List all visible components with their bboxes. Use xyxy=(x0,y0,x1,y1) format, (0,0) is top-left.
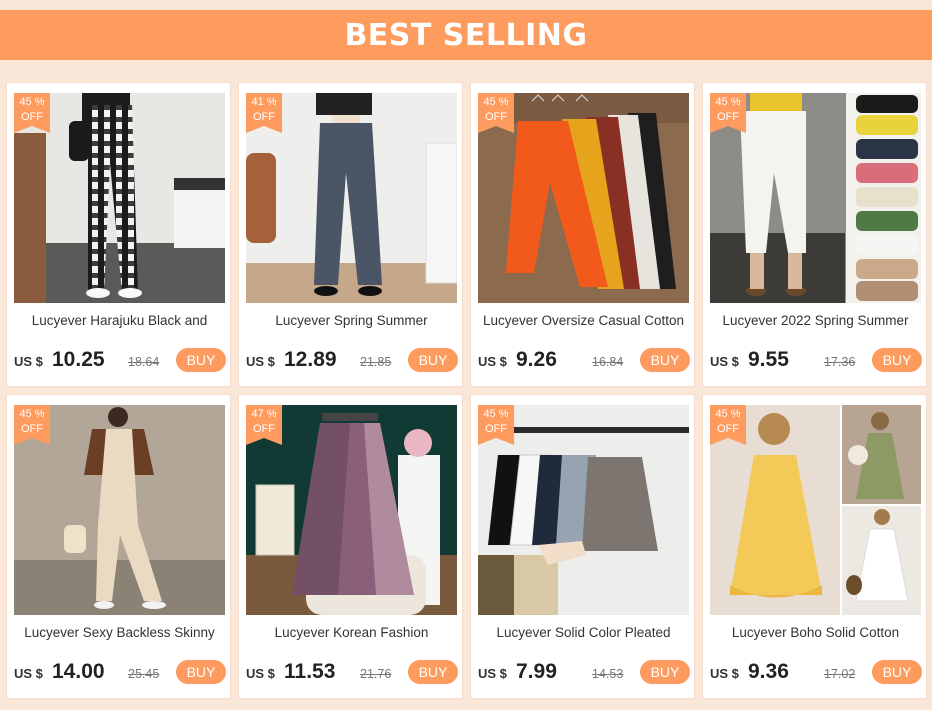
buy-button[interactable]: BUY xyxy=(872,348,922,372)
original-price: 21.76 xyxy=(360,667,392,681)
product-card[interactable]: 45 % OFF Lucyever Solid Color Pleated US… xyxy=(470,394,695,699)
sale-price: 10.25 xyxy=(52,348,105,371)
discount-percent: 45 % xyxy=(715,96,741,108)
product-card[interactable]: 45 % OFF Lucyever 2022 Spring Summer US … xyxy=(702,82,927,387)
discount-percent: 47 % xyxy=(251,408,277,420)
product-image[interactable]: 45 % OFF xyxy=(478,93,689,303)
price-row: US $ 11.53 21.76 BUY xyxy=(246,660,458,686)
discount-percent: 45 % xyxy=(715,408,741,420)
buy-button[interactable]: BUY xyxy=(408,660,458,684)
product-title[interactable]: Lucyever Spring Summer xyxy=(239,313,464,328)
discount-off-label: OFF xyxy=(717,423,739,435)
product-grid: 45 % OFF Lucyever Harajuku Black and US … xyxy=(6,82,928,699)
top-strip xyxy=(0,0,932,9)
sale-price: 9.55 xyxy=(748,348,789,371)
sale-price: 11.53 xyxy=(284,660,336,683)
product-image[interactable]: 41 % OFF xyxy=(246,93,457,303)
currency-label: US $ xyxy=(246,666,275,681)
discount-badge: 45 % OFF xyxy=(478,93,514,133)
discount-off-label: OFF xyxy=(253,423,275,435)
discount-percent: 45 % xyxy=(483,408,509,420)
discount-badge: 45 % OFF xyxy=(710,405,746,445)
sale-price: 9.26 xyxy=(516,348,557,371)
price-row: US $ 9.55 17.36 BUY xyxy=(710,348,922,374)
discount-badge: 45 % OFF xyxy=(710,93,746,133)
buy-button[interactable]: BUY xyxy=(640,660,690,684)
product-title[interactable]: Lucyever Solid Color Pleated xyxy=(471,625,696,640)
original-price: 14.53 xyxy=(592,667,624,681)
product-card[interactable]: 45 % OFF Lucyever Sexy Backless Skinny U… xyxy=(6,394,231,699)
discount-off-label: OFF xyxy=(485,423,507,435)
product-image[interactable]: 47 % OFF xyxy=(246,405,457,615)
buy-button[interactable]: BUY xyxy=(640,348,690,372)
price-row: US $ 12.89 21.85 BUY xyxy=(246,348,458,374)
original-price: 17.36 xyxy=(824,355,856,369)
product-card[interactable]: 45 % OFF Lucyever Oversize Casual Cotton… xyxy=(470,82,695,387)
product-title[interactable]: Lucyever Boho Solid Cotton xyxy=(703,625,928,640)
original-price: 25.45 xyxy=(128,667,160,681)
product-title[interactable]: Lucyever Harajuku Black and xyxy=(7,313,232,328)
price-row: US $ 7.99 14.53 BUY xyxy=(478,660,690,686)
product-card[interactable]: 47 % OFF Lucyever Korean Fashion US $ 11… xyxy=(238,394,463,699)
product-image[interactable]: 45 % OFF xyxy=(710,93,921,303)
discount-off-label: OFF xyxy=(21,111,43,123)
discount-badge: 41 % OFF xyxy=(246,93,282,133)
product-title[interactable]: Lucyever Korean Fashion xyxy=(239,625,464,640)
product-card[interactable]: 45 % OFF Lucyever Boho Solid Cotton US $… xyxy=(702,394,927,699)
best-selling-banner: BEST SELLING xyxy=(0,10,932,60)
currency-label: US $ xyxy=(246,354,275,369)
discount-percent: 41 % xyxy=(251,96,277,108)
product-image[interactable]: 45 % OFF xyxy=(478,405,689,615)
price-row: US $ 14.00 25.45 BUY xyxy=(14,660,226,686)
discount-percent: 45 % xyxy=(483,96,509,108)
currency-label: US $ xyxy=(478,666,507,681)
product-image[interactable]: 45 % OFF xyxy=(14,93,225,303)
product-title[interactable]: Lucyever Oversize Casual Cotton xyxy=(471,313,696,328)
product-image[interactable]: 45 % OFF xyxy=(710,405,921,615)
sale-price: 12.89 xyxy=(284,348,337,371)
discount-badge: 45 % OFF xyxy=(478,405,514,445)
discount-percent: 45 % xyxy=(19,96,45,108)
discount-badge: 45 % OFF xyxy=(14,405,50,445)
sale-price: 9.36 xyxy=(748,660,789,683)
product-title[interactable]: Lucyever 2022 Spring Summer xyxy=(703,313,928,328)
product-card[interactable]: 45 % OFF Lucyever Harajuku Black and US … xyxy=(6,82,231,387)
buy-button[interactable]: BUY xyxy=(176,660,226,684)
buy-button[interactable]: BUY xyxy=(872,660,922,684)
original-price: 17.02 xyxy=(824,667,856,681)
price-row: US $ 9.36 17.02 BUY xyxy=(710,660,922,686)
discount-off-label: OFF xyxy=(717,111,739,123)
original-price: 18.64 xyxy=(128,355,160,369)
currency-label: US $ xyxy=(14,354,43,369)
discount-badge: 47 % OFF xyxy=(246,405,282,445)
buy-button[interactable]: BUY xyxy=(176,348,226,372)
product-card[interactable]: 41 % OFF Lucyever Spring Summer US $ 12.… xyxy=(238,82,463,387)
product-image[interactable]: 45 % OFF xyxy=(14,405,225,615)
price-row: US $ 10.25 18.64 BUY xyxy=(14,348,226,374)
discount-badge: 45 % OFF xyxy=(14,93,50,133)
currency-label: US $ xyxy=(710,666,739,681)
currency-label: US $ xyxy=(14,666,43,681)
discount-percent: 45 % xyxy=(19,408,45,420)
original-price: 16.84 xyxy=(592,355,624,369)
banner-title: BEST SELLING xyxy=(344,17,588,53)
original-price: 21.85 xyxy=(360,355,392,369)
sale-price: 7.99 xyxy=(516,660,557,683)
discount-off-label: OFF xyxy=(485,111,507,123)
currency-label: US $ xyxy=(478,354,507,369)
discount-off-label: OFF xyxy=(21,423,43,435)
product-title[interactable]: Lucyever Sexy Backless Skinny xyxy=(7,625,232,640)
buy-button[interactable]: BUY xyxy=(408,348,458,372)
currency-label: US $ xyxy=(710,354,739,369)
sale-price: 14.00 xyxy=(52,660,105,683)
price-row: US $ 9.26 16.84 BUY xyxy=(478,348,690,374)
discount-off-label: OFF xyxy=(253,111,275,123)
